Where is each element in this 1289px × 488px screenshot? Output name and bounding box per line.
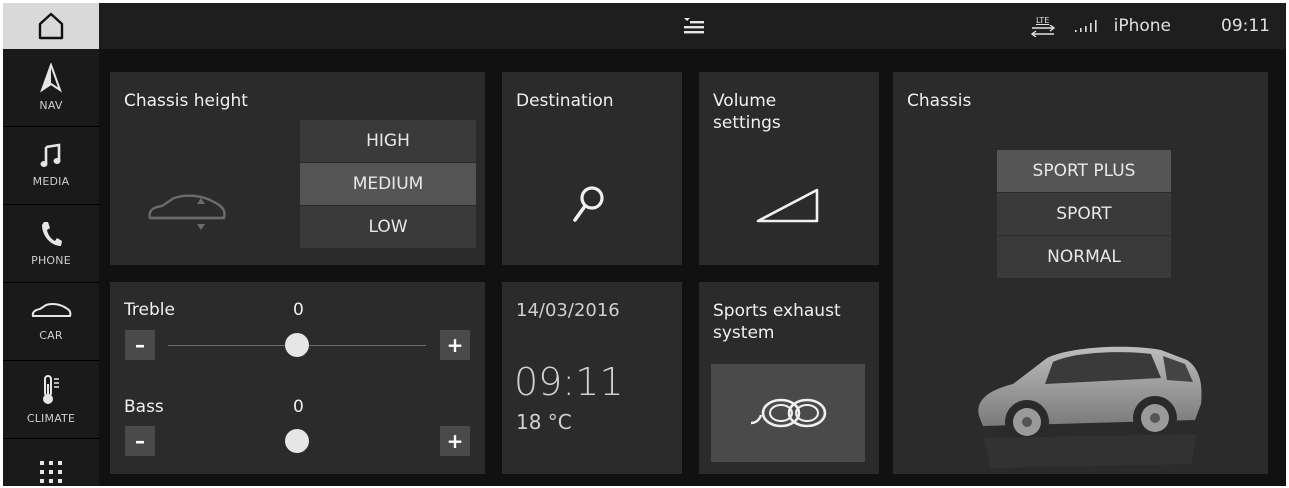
signal-strength-icon — [1074, 20, 1097, 32]
treble-minus-button[interactable]: – — [125, 330, 155, 360]
option-low[interactable]: LOW — [300, 206, 476, 249]
sidebar: NAV MEDIA PHONE CAR CLIMATE — [3, 3, 99, 486]
apps-button[interactable] — [3, 453, 99, 486]
sidebar-item-label: PHONE — [31, 254, 71, 267]
chassis-height-selector: HIGH MEDIUM LOW — [300, 120, 476, 249]
tile-title: Chassis height — [124, 91, 248, 111]
volume-ramp-icon — [756, 188, 819, 223]
sidebar-item-nav[interactable]: NAV — [3, 49, 99, 127]
tile-title-line1: Volume — [713, 91, 777, 111]
suv-car-image — [978, 346, 1202, 468]
sidebar-item-car[interactable]: CAR — [3, 283, 99, 361]
sidebar-item-media[interactable]: MEDIA — [3, 127, 99, 205]
bass-plus-button[interactable]: + — [440, 426, 470, 456]
car-height-icon — [148, 194, 226, 230]
treble-slider-knob[interactable] — [285, 333, 309, 357]
navigation-arrow-icon — [40, 63, 62, 93]
option-high[interactable]: HIGH — [300, 120, 476, 163]
carrier-name: iPhone — [1113, 16, 1171, 36]
bass-slider-knob[interactable] — [285, 429, 309, 453]
home-button[interactable] — [3, 3, 99, 49]
menu-button[interactable] — [682, 17, 706, 41]
sidebar-item-climate[interactable]: CLIMATE — [3, 361, 99, 439]
thermometer-icon — [43, 375, 59, 404]
option-sport-plus[interactable]: SPORT PLUS — [997, 150, 1171, 193]
tile-title: Chassis — [907, 91, 972, 111]
option-sport[interactable]: SPORT — [997, 193, 1171, 236]
sidebar-item-label: NAV — [39, 99, 63, 112]
bass-value: 0 — [293, 397, 304, 417]
sports-exhaust-tile[interactable]: Sports exhaust system — [699, 282, 879, 474]
chassis-height-tile[interactable]: Chassis height HIGH MEDIUM LOW — [110, 72, 485, 265]
phone-handset-icon — [42, 222, 62, 246]
treble-label: Treble — [124, 300, 175, 320]
exhaust-pipes-icon — [750, 398, 827, 428]
status-time: 09:11 — [1221, 16, 1270, 36]
treble-plus-button[interactable]: + — [440, 330, 470, 360]
grid-dots-icon — [40, 461, 62, 483]
top-bar: LTE iPhone 09:11 — [99, 3, 1286, 49]
option-normal[interactable]: NORMAL — [997, 236, 1171, 279]
clock-tile[interactable]: 14/03/2016 09:11 18 °C — [502, 282, 682, 474]
chassis-mode-selector: SPORT PLUS SPORT NORMAL — [997, 150, 1171, 279]
tile-title: Volume settings — [713, 90, 781, 134]
search-icon — [573, 186, 604, 222]
tile-title: Destination — [516, 91, 614, 111]
bass-minus-button[interactable]: – — [125, 426, 155, 456]
sidebar-item-label: CLIMATE — [26, 412, 76, 425]
menu-icon — [684, 18, 704, 34]
tile-title-line1: Sports exhaust — [713, 301, 841, 321]
bass-label: Bass — [124, 397, 164, 417]
time-display: 09:11 — [514, 360, 624, 404]
status-area: LTE iPhone 09:11 — [1030, 3, 1270, 49]
tile-title-line2: settings — [713, 113, 781, 133]
chassis-tile[interactable]: Chassis SPORT PLUS SPORT NORMAL — [893, 72, 1268, 474]
tile-title: Sports exhaust system — [713, 300, 841, 344]
treble-value: 0 — [293, 300, 304, 320]
tile-title-line2: system — [713, 323, 775, 343]
car-icon — [31, 303, 72, 317]
temperature-display: 18 °C — [516, 410, 572, 434]
sidebar-item-label: MEDIA — [32, 175, 70, 188]
lte-label: LTE — [1035, 15, 1050, 25]
sidebar-item-label: CAR — [39, 329, 63, 342]
music-note-icon — [40, 143, 61, 167]
home-icon — [38, 12, 64, 40]
exhaust-toggle-button[interactable] — [711, 364, 865, 462]
tone-tile: Treble 0 – + Bass 0 – + — [110, 282, 485, 474]
option-medium[interactable]: MEDIUM — [300, 163, 476, 206]
infotainment-screen: NAV MEDIA PHONE CAR CLIMATE LTE iPhone 0… — [3, 3, 1286, 486]
sidebar-item-phone[interactable]: PHONE — [3, 205, 99, 283]
destination-tile[interactable]: Destination — [502, 72, 682, 265]
data-transfer-icon — [1030, 24, 1055, 37]
lte-indicator: LTE — [1030, 16, 1056, 37]
volume-settings-tile[interactable]: Volume settings — [699, 72, 879, 265]
date-display: 14/03/2016 — [516, 300, 620, 321]
